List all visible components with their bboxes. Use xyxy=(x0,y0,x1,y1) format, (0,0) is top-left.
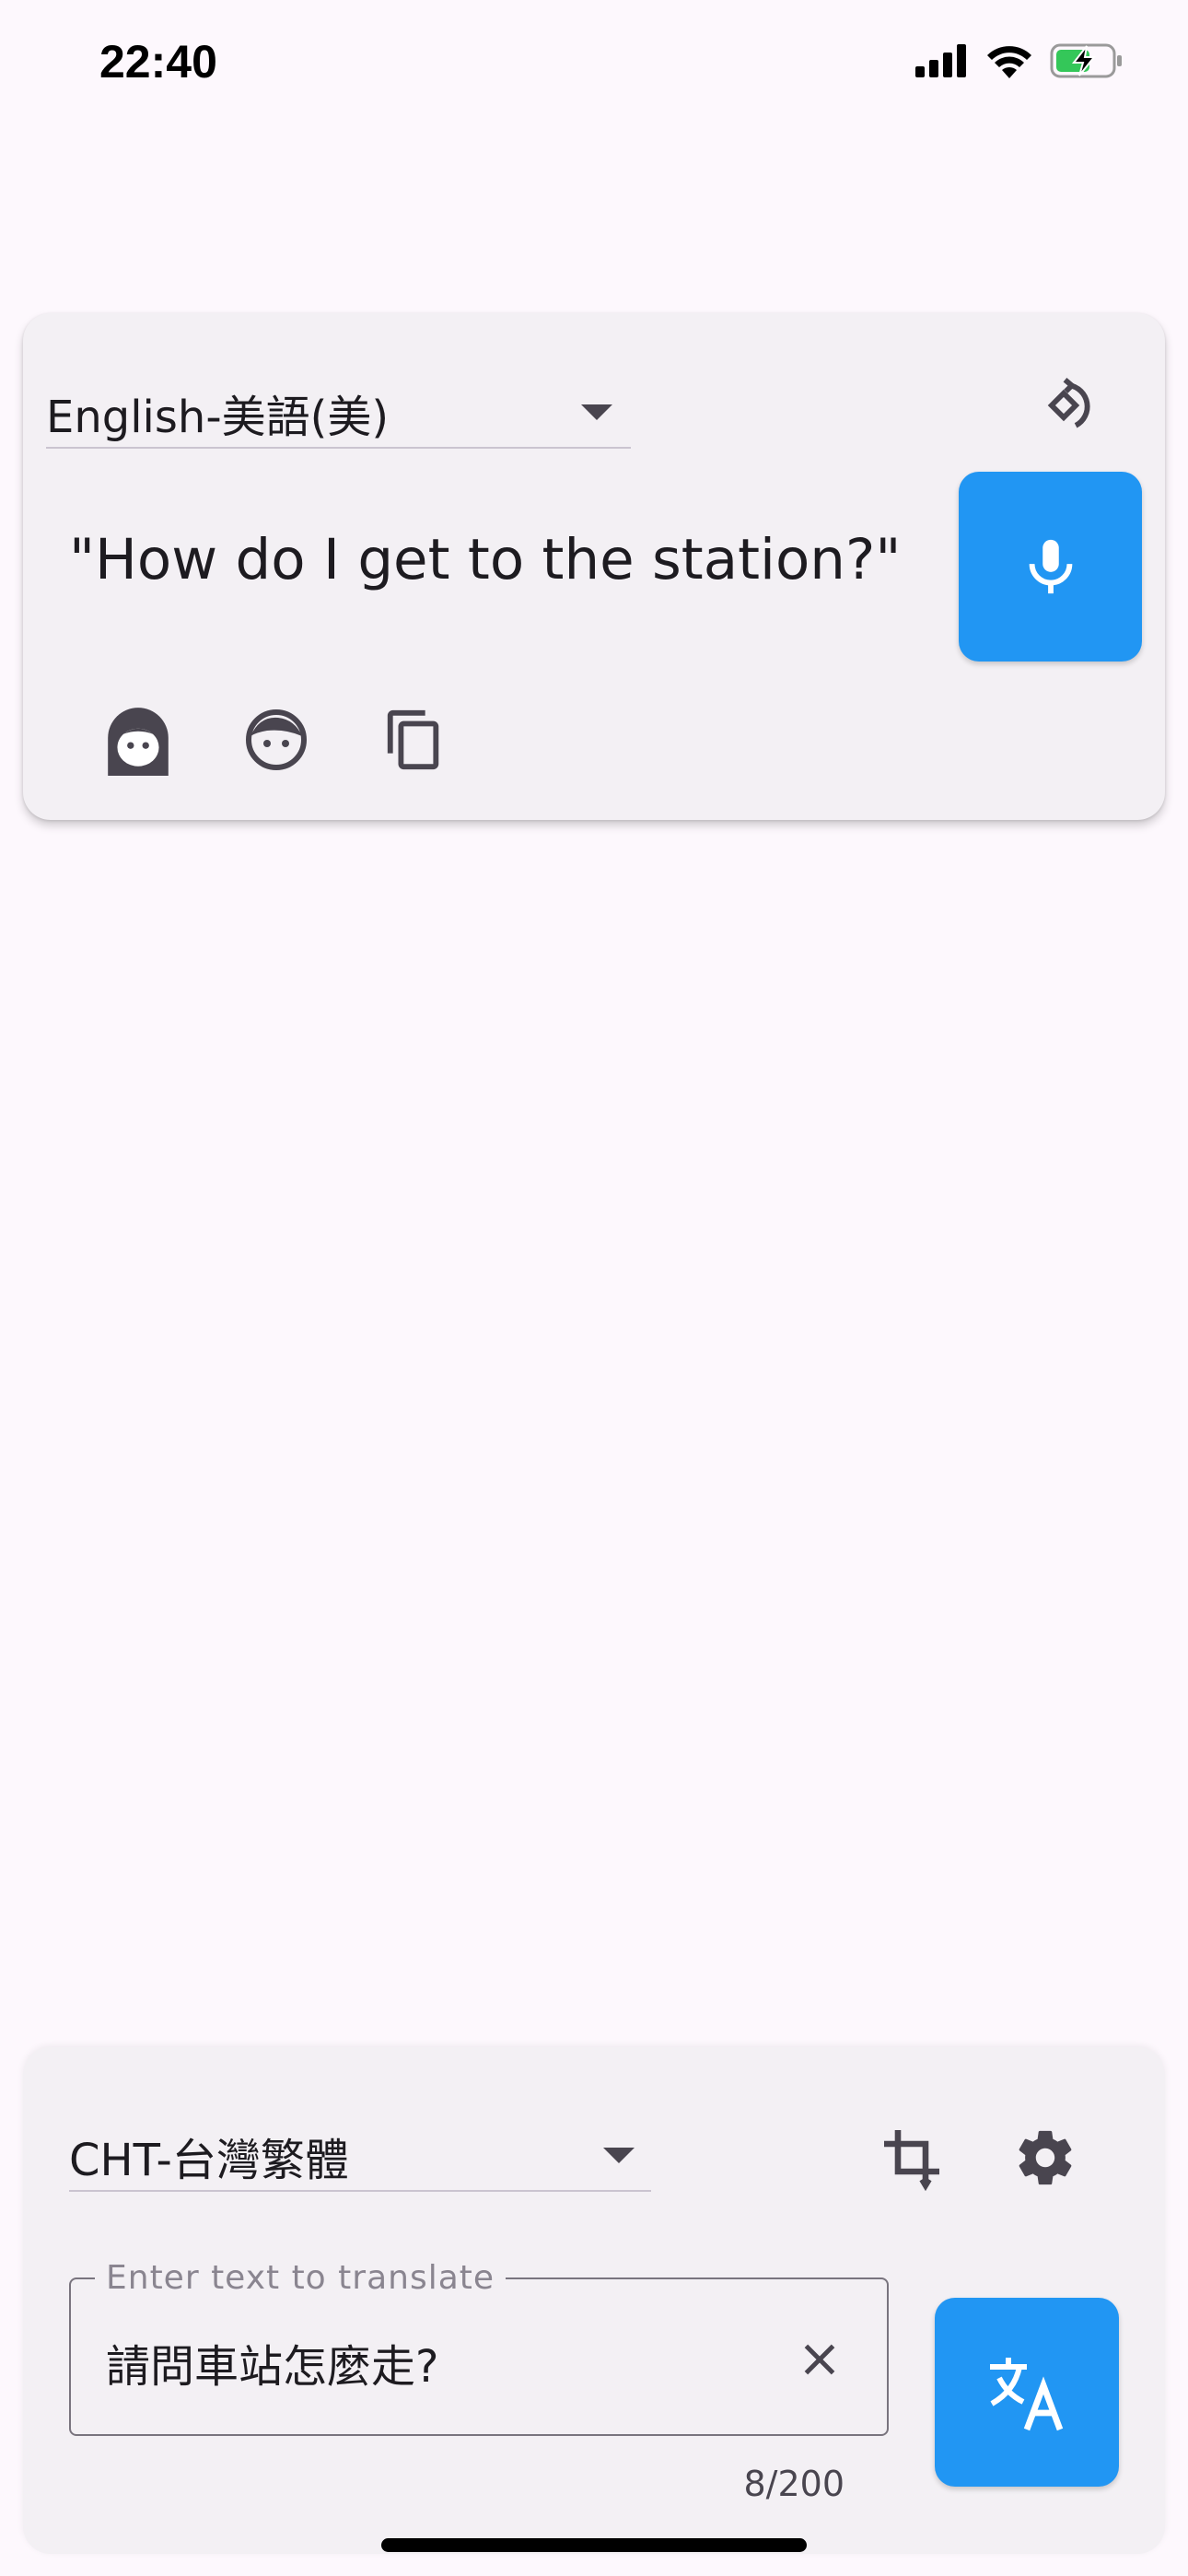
dropdown-arrow-icon xyxy=(603,2148,635,2163)
copy-button[interactable] xyxy=(355,689,474,790)
target-panel: CHT-台灣繁體 Enter text to translate 請問車站怎麼走… xyxy=(23,2047,1165,2554)
status-bar: 22:40 xyxy=(0,0,1188,129)
home-indicator[interactable] xyxy=(381,2538,807,2552)
battery-charging-icon xyxy=(1050,43,1122,78)
input-label: Enter text to translate xyxy=(95,2259,507,2297)
source-language-label: English-美語(美) xyxy=(46,391,390,443)
translate-icon xyxy=(990,2357,1064,2430)
male-voice-button[interactable] xyxy=(216,689,336,790)
translate-input-field[interactable]: Enter text to translate 請問車站怎麼走? xyxy=(69,2259,889,2436)
source-language-dropdown[interactable]: English-美語(美) xyxy=(46,378,631,449)
character-counter: 8/200 xyxy=(743,2464,844,2504)
input-value[interactable]: 請問車站怎麼走? xyxy=(106,2330,438,2395)
dropdown-arrow-icon xyxy=(581,404,612,420)
crop-icon xyxy=(884,2130,939,2191)
copy-icon xyxy=(387,709,439,770)
cellular-signal-icon xyxy=(915,44,966,77)
settings-button[interactable] xyxy=(1004,2116,1087,2199)
female-voice-icon xyxy=(108,708,169,776)
source-text: "How do I get to the station?" xyxy=(69,527,902,592)
translate-button[interactable] xyxy=(935,2298,1119,2487)
crop-button[interactable] xyxy=(870,2116,953,2199)
status-time: 22:40 xyxy=(99,36,217,88)
source-panel: English-美語(美) "How do I get to the stati… xyxy=(23,313,1165,820)
swap-direction-icon xyxy=(1047,378,1090,428)
microphone-icon xyxy=(1029,539,1072,594)
clear-input-button[interactable] xyxy=(787,2327,852,2392)
female-voice-button[interactable] xyxy=(78,689,198,790)
microphone-button[interactable] xyxy=(959,472,1142,662)
male-voice-icon xyxy=(246,709,307,770)
status-icons xyxy=(915,42,1124,79)
target-language-dropdown[interactable]: CHT-台灣繁體 xyxy=(69,2121,651,2192)
close-icon xyxy=(804,2344,835,2375)
gear-icon xyxy=(1019,2130,1072,2185)
wifi-icon xyxy=(987,46,1031,78)
swap-direction-button[interactable] xyxy=(1027,369,1101,442)
target-language-label: CHT-台灣繁體 xyxy=(69,2134,349,2186)
